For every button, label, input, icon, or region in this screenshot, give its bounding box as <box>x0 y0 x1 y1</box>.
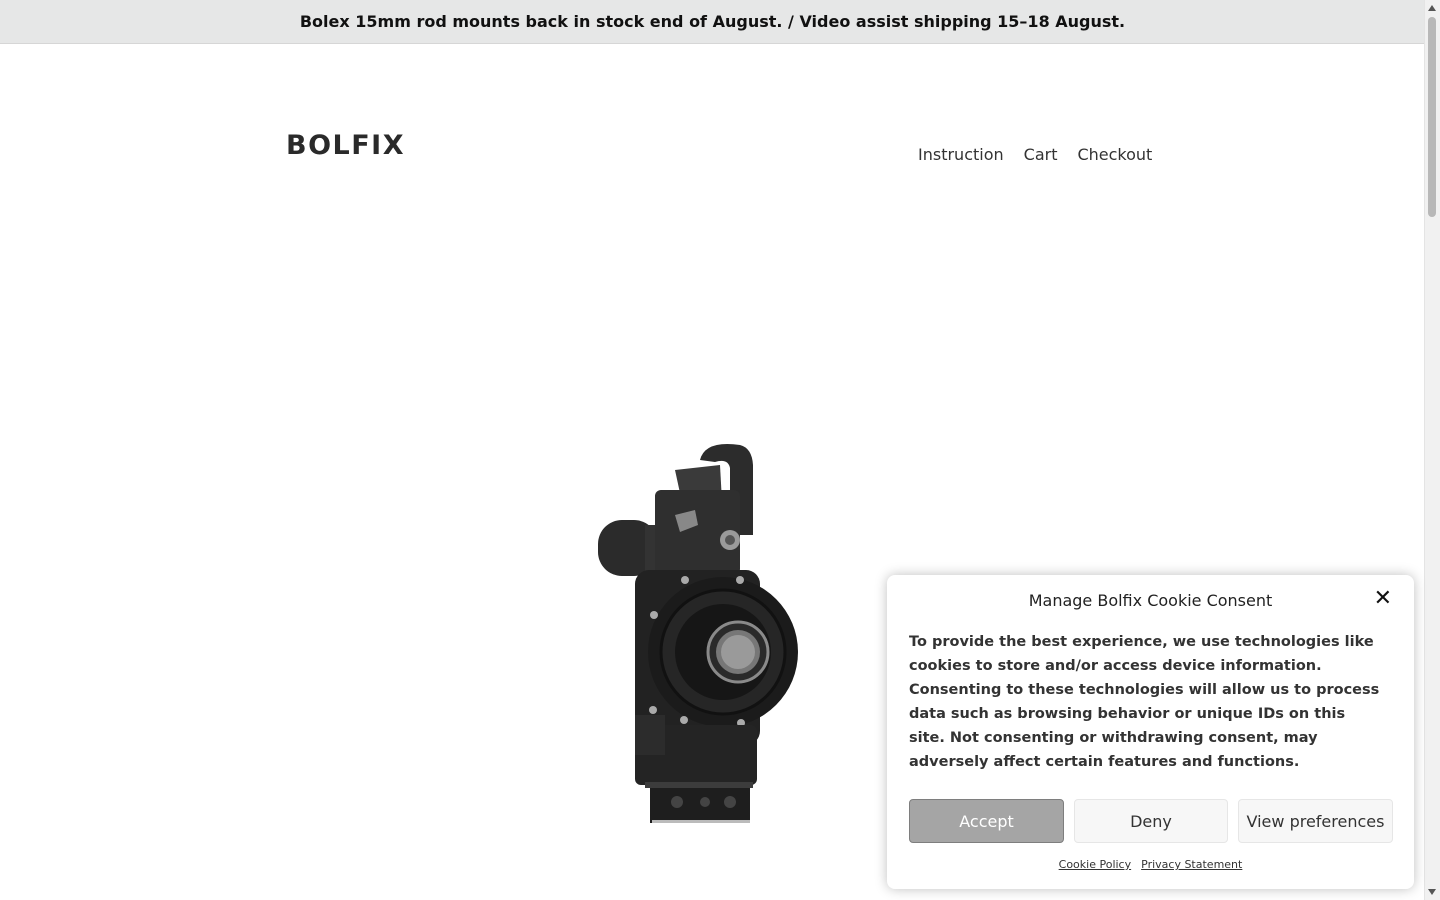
accept-button[interactable]: Accept <box>909 799 1064 843</box>
cookie-links: Cookie Policy Privacy Statement <box>887 858 1414 871</box>
site-logo[interactable]: BOLFIX <box>286 130 405 161</box>
view-preferences-button[interactable]: View preferences <box>1238 799 1393 843</box>
nav-cart[interactable]: Cart <box>1024 145 1058 164</box>
scroll-up-arrow-icon[interactable] <box>1428 5 1436 11</box>
cookie-body-text: To provide the best experience, we use t… <box>909 634 1380 770</box>
nav-checkout[interactable]: Checkout <box>1077 145 1152 164</box>
cookie-consent-dialog: Manage Bolfix Cookie Consent ✕ To provid… <box>887 575 1414 889</box>
close-icon[interactable]: ✕ <box>1374 588 1392 610</box>
privacy-statement-link[interactable]: Privacy Statement <box>1141 858 1242 871</box>
deny-button[interactable]: Deny <box>1074 799 1228 843</box>
announcement-text: Bolex 15mm rod mounts back in stock end … <box>299 12 1126 31</box>
bolex-camera-image <box>598 444 798 823</box>
main-nav: Instruction Cart Checkout <box>918 145 1152 164</box>
product-image <box>590 440 810 830</box>
nav-instruction[interactable]: Instruction <box>918 145 1004 164</box>
scroll-down-arrow-icon[interactable] <box>1428 889 1436 895</box>
cookie-policy-link[interactable]: Cookie Policy <box>1059 858 1131 871</box>
scroll-thumb[interactable] <box>1428 17 1436 217</box>
announcement-bar: Bolex 15mm rod mounts back in stock end … <box>0 0 1425 44</box>
page-scrollbar[interactable] <box>1424 0 1440 900</box>
cookie-title: Manage Bolfix Cookie Consent <box>1028 591 1273 610</box>
